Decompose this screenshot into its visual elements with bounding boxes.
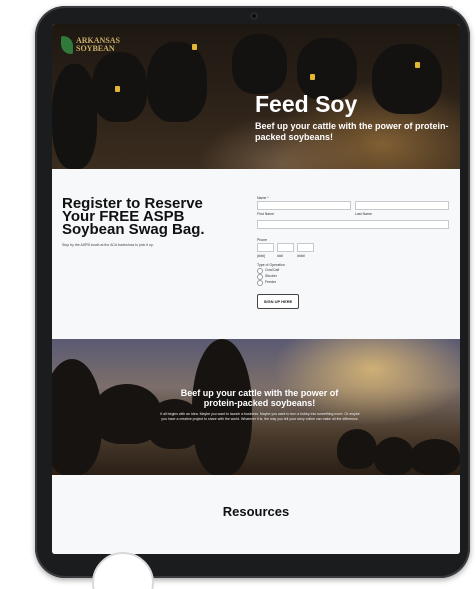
cow-silhouette — [147, 42, 207, 122]
radio-feeder[interactable] — [257, 280, 263, 286]
radio-label: Stocker — [265, 274, 277, 278]
site-logo[interactable]: ARKANSAS SOYBEAN — [61, 34, 120, 56]
phone-prefix-field[interactable] — [277, 243, 294, 252]
cow-silhouette — [232, 34, 287, 94]
ear-tag — [192, 44, 197, 50]
cow-silhouette — [372, 44, 442, 114]
register-note: Stop by the ASPB booth at the ACA trades… — [62, 243, 154, 247]
logo-wordmark: ARKANSAS SOYBEAN — [76, 37, 120, 53]
resources-title: Resources — [222, 504, 290, 519]
ear-tag — [310, 74, 315, 80]
radio-label: Feeder — [265, 280, 277, 284]
resources-section: Resources — [52, 475, 460, 554]
phone-label: Phone — [257, 238, 268, 242]
phone-area-code-field[interactable] — [257, 243, 274, 252]
last-name-field[interactable] — [355, 201, 449, 210]
tablet-screen: ARKANSAS SOYBEAN Feed Soy Beef up your c… — [52, 24, 460, 554]
phone-line-field[interactable] — [297, 243, 314, 252]
sunset-banner: Beef up your cattle with the power of pr… — [52, 339, 460, 475]
radio-label: Cow/Calf — [265, 268, 280, 272]
register-section: Register to Reserve Your FREE ASPB Soybe… — [52, 169, 460, 339]
sunset-title: Beef up your cattle with the power of pr… — [180, 388, 339, 408]
front-camera — [250, 12, 258, 20]
sunset-text: It all begins with an idea. Maybe you wa… — [160, 412, 360, 421]
name-label: Name * — [257, 196, 269, 200]
first-name-label: First Name — [257, 212, 275, 216]
soybean-leaf-icon — [61, 36, 73, 54]
ear-tag — [115, 86, 120, 92]
logo-line-2: SOYBEAN — [76, 44, 115, 53]
phone-part-label: ### — [277, 254, 283, 258]
phone-part-label: #### — [297, 254, 305, 258]
hero-title: Feed Soy — [255, 91, 358, 117]
email-field[interactable] — [257, 220, 449, 229]
cow-silhouette — [374, 437, 414, 475]
cow-silhouette — [337, 429, 377, 469]
operation-label: Type of Operation — [257, 263, 285, 267]
last-name-label: Last Name — [355, 212, 372, 216]
cow-silhouette — [410, 439, 460, 475]
first-name-field[interactable] — [257, 201, 351, 210]
hero-subtitle: Beef up your cattle with the power of pr… — [255, 121, 449, 142]
hero-section: ARKANSAS SOYBEAN Feed Soy Beef up your c… — [52, 24, 460, 169]
register-title: Register to Reserve Your FREE ASPB Soybe… — [62, 195, 205, 238]
sign-up-button[interactable]: SIGN UP HERE — [257, 294, 299, 309]
cow-silhouette — [52, 64, 97, 169]
phone-part-label: (###) — [257, 254, 266, 258]
ear-tag — [415, 62, 420, 68]
